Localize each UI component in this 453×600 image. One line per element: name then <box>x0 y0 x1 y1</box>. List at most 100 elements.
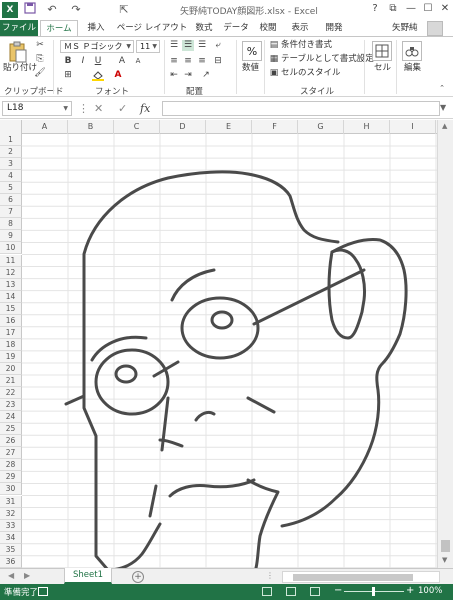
column-header-c[interactable]: C <box>114 120 160 134</box>
user-name[interactable]: 矢野純 <box>392 20 418 36</box>
align-right-icon[interactable]: ≡ <box>196 56 208 67</box>
row-header-26[interactable]: 26 <box>0 435 22 448</box>
column-header-b[interactable]: B <box>68 120 114 134</box>
more-icon[interactable]: ⋮ <box>266 571 274 580</box>
row-header-1[interactable]: 1 <box>0 134 22 147</box>
italic-icon[interactable]: I <box>77 56 89 67</box>
cut-icon[interactable]: ✂ <box>34 40 46 51</box>
tab-home[interactable]: ホーム <box>40 20 78 36</box>
row-header-11[interactable]: 11 <box>0 254 22 267</box>
excel-app-icon[interactable]: X <box>2 2 18 18</box>
row-header-14[interactable]: 14 <box>0 290 22 303</box>
column-header-a[interactable]: A <box>22 120 68 134</box>
nose-right-mark[interactable] <box>194 410 216 422</box>
row-header-21[interactable]: 21 <box>0 375 22 388</box>
format-as-table-icon[interactable]: ▦ <box>268 54 280 65</box>
row-header-31[interactable]: 31 <box>0 495 22 508</box>
tab-data[interactable]: データ <box>220 20 252 36</box>
tab-review[interactable]: 校閲 <box>254 20 282 36</box>
row-header-12[interactable]: 12 <box>0 266 22 279</box>
font-size-select[interactable]: 11 ▼ <box>136 40 160 53</box>
row-header-10[interactable]: 10 <box>0 242 22 255</box>
cancel-icon[interactable]: ✕ <box>94 102 103 115</box>
paste-button[interactable]: 貼り付け <box>3 63 37 74</box>
row-header-25[interactable]: 25 <box>0 423 22 436</box>
cells-icon[interactable] <box>372 41 392 61</box>
font-name-select[interactable]: ＭＳ Ｐゴシック ▼ <box>60 40 134 53</box>
number-format-button[interactable]: 数値 <box>242 63 259 74</box>
avatar[interactable] <box>427 21 443 36</box>
row-header-6[interactable]: 6 <box>0 194 22 207</box>
normal-view-icon[interactable] <box>262 587 272 596</box>
row-header-33[interactable]: 33 <box>0 519 22 532</box>
row-header-24[interactable]: 24 <box>0 411 22 424</box>
wrap-text-icon[interactable]: ⤶ <box>212 40 224 51</box>
increase-font-icon[interactable]: A <box>116 56 128 67</box>
face-shapes[interactable] <box>64 170 408 568</box>
glasses-left-arm[interactable] <box>64 394 86 406</box>
scroll-down-icon[interactable]: ▼ <box>442 556 447 564</box>
row-header-18[interactable]: 18 <box>0 338 22 351</box>
align-top-icon[interactable]: ☰ <box>168 40 180 51</box>
right-eyebrow[interactable] <box>170 268 216 302</box>
row-header-8[interactable]: 8 <box>0 218 22 231</box>
zoom-in-button[interactable]: + <box>406 585 414 596</box>
bold-icon[interactable]: B <box>62 56 74 67</box>
horizontal-scroll-thumb[interactable] <box>293 574 413 581</box>
next-sheet-icon[interactable]: ▶ <box>24 571 30 580</box>
row-header-28[interactable]: 28 <box>0 459 22 472</box>
undo-icon[interactable]: ↶ <box>44 2 60 18</box>
face-drawing[interactable] <box>22 134 438 568</box>
scroll-up-icon[interactable]: ▲ <box>442 122 447 130</box>
binoculars-icon[interactable] <box>402 41 422 61</box>
row-header-9[interactable]: 9 <box>0 230 22 243</box>
tab-insert[interactable]: 挿入 <box>82 20 110 36</box>
formula-input[interactable] <box>162 101 440 116</box>
worksheet-grid[interactable]: ABCDEFGHI 1 2 3 4 5 6 7 8 9 10 11 12 13 14 15 16 17 18 19 2… <box>0 120 453 568</box>
name-box[interactable]: L18 ▼ <box>2 101 72 116</box>
cells-area[interactable] <box>22 134 438 568</box>
chevron-down-icon[interactable]: ▼ <box>440 103 446 112</box>
row-header-3[interactable]: 3 <box>0 158 22 171</box>
column-header-d[interactable]: D <box>160 120 206 134</box>
row-header-35[interactable]: 35 <box>0 543 22 556</box>
mustache-line[interactable] <box>168 478 256 498</box>
enter-icon[interactable]: ✓ <box>118 102 127 115</box>
row-header-17[interactable]: 17 <box>0 326 22 339</box>
row-header-4[interactable]: 4 <box>0 170 22 183</box>
row-header-2[interactable]: 2 <box>0 146 22 159</box>
row-header-19[interactable]: 19 <box>0 350 22 363</box>
row-header-22[interactable]: 22 <box>0 387 22 400</box>
cell-styles-icon[interactable]: ▣ <box>268 68 280 79</box>
help-button[interactable]: ? <box>366 1 384 17</box>
merge-center-icon[interactable]: ⊟ <box>212 56 224 67</box>
column-header-h[interactable]: H <box>344 120 390 134</box>
minimize-button[interactable]: — <box>402 1 420 17</box>
orientation-icon[interactable]: ↗ <box>200 70 212 81</box>
tab-sheet1[interactable]: Sheet1 <box>64 568 112 584</box>
row-header-23[interactable]: 23 <box>0 399 22 412</box>
column-header-g[interactable]: G <box>298 120 344 134</box>
row-header-5[interactable]: 5 <box>0 182 22 195</box>
copy-icon[interactable]: ⎘ <box>34 54 46 65</box>
row-header-30[interactable]: 30 <box>0 483 22 496</box>
tab-formulas[interactable]: 数式 <box>190 20 218 36</box>
align-bottom-icon[interactable]: ☰ <box>196 40 208 51</box>
macro-record-icon[interactable] <box>38 587 48 596</box>
row-header-36[interactable]: 36 <box>0 555 22 568</box>
zoom-out-button[interactable]: − <box>334 585 342 596</box>
row-header-7[interactable]: 7 <box>0 206 22 219</box>
head-outline[interactable] <box>82 170 340 568</box>
zoom-level[interactable]: 100% <box>418 586 442 596</box>
increase-indent-icon[interactable]: ⇥ <box>182 70 194 81</box>
cells-button[interactable]: セル <box>374 63 391 74</box>
conditional-format-icon[interactable]: ▤ <box>268 40 280 51</box>
font-color-icon[interactable]: A <box>112 70 124 81</box>
underline-icon[interactable]: U <box>92 56 104 67</box>
format-painter-icon[interactable]: 🖌 <box>34 68 46 79</box>
decrease-font-icon[interactable]: A <box>132 56 144 67</box>
redo-icon[interactable]: ↷ <box>68 2 84 18</box>
align-middle-icon[interactable]: ☰ <box>182 40 194 51</box>
vertical-scrollbar[interactable]: ▲ ▼ <box>437 120 453 568</box>
pointer-icon[interactable]: ⇱ <box>116 2 132 18</box>
